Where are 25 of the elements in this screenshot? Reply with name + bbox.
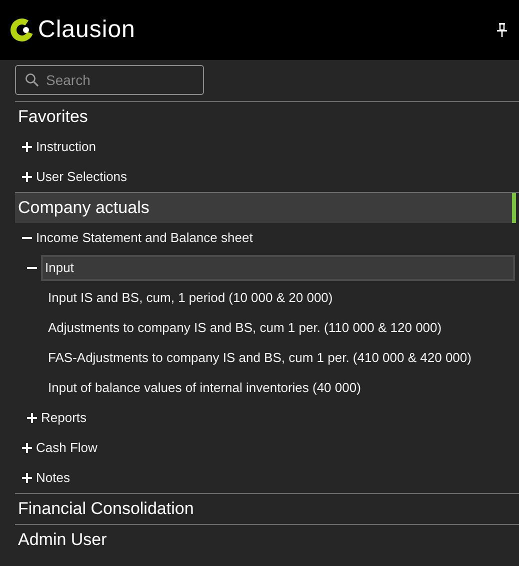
section-header[interactable]: Company actuals [15, 193, 516, 223]
tree-item[interactable]: Reports [41, 408, 87, 428]
tree-item[interactable]: User Selections [36, 167, 128, 187]
plus-icon[interactable] [22, 172, 32, 182]
search-icon [25, 73, 39, 87]
tree-item[interactable]: Adjustments to company IS and BS, cum 1 per. (110 000 & 120 000) [48, 318, 442, 338]
plus-icon[interactable] [22, 473, 32, 483]
tree-item[interactable]: FAS-Adjustments to company IS and BS, cum 1 per. (410 000 & 420 000) [48, 348, 472, 368]
tree-item[interactable]: Input [41, 255, 515, 281]
plus-icon[interactable] [27, 413, 37, 423]
tree-item[interactable]: Income Statement and Balance sheet [36, 228, 253, 248]
section-header[interactable]: Admin User [15, 525, 519, 555]
logo-text: Clausion [38, 15, 136, 45]
tree-item[interactable]: Cash Flow [36, 438, 98, 458]
tree-item[interactable]: Input IS and BS, cum, 1 period (10 000 & 20 000) [48, 288, 333, 308]
plus-icon[interactable] [22, 443, 32, 453]
tree-item[interactable]: Notes [36, 468, 70, 488]
pin-icon[interactable] [497, 23, 507, 37]
section-header[interactable]: Favorites [15, 102, 519, 132]
plus-icon[interactable] [22, 142, 32, 152]
logo-icon [10, 18, 34, 42]
tree-item[interactable]: Instruction [36, 137, 96, 157]
tree-item[interactable]: Input of balance values of internal inventories (40 000) [48, 378, 361, 398]
search-field[interactable]: Search [15, 65, 204, 95]
section-header[interactable]: Financial Consolidation [15, 494, 519, 524]
